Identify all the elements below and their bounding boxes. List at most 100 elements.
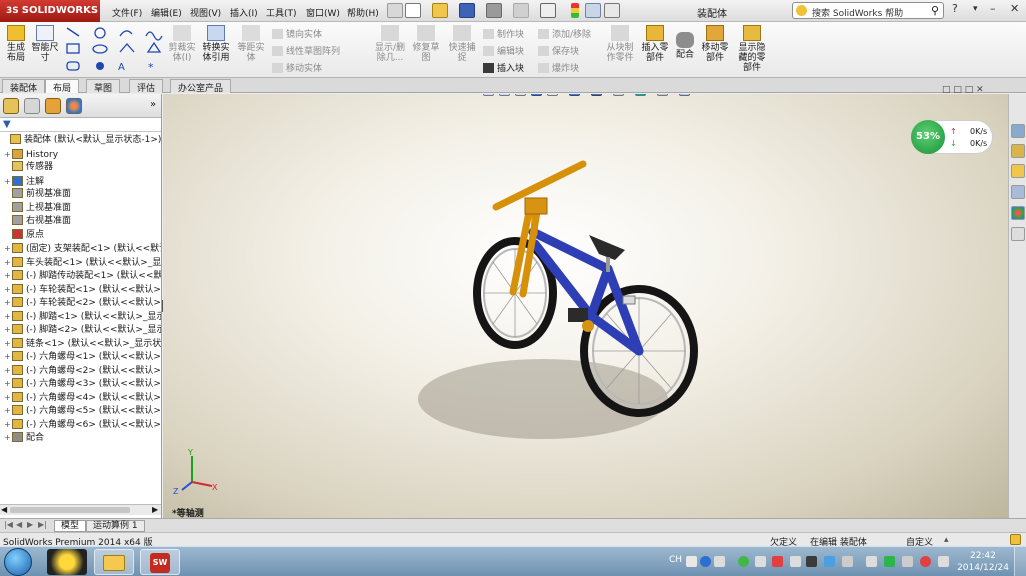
viewport-restore-icon[interactable]: □ □ □ ✕ xyxy=(942,85,984,95)
new-document-icon[interactable] xyxy=(405,3,421,18)
help-tray-icon[interactable] xyxy=(700,556,711,567)
sketch-tools-grid[interactable]: A * xyxy=(64,24,164,74)
tree-expander-icon[interactable]: + xyxy=(4,391,12,404)
menu-edit[interactable]: 编辑(E) xyxy=(151,6,182,19)
undo-icon[interactable] xyxy=(513,3,529,18)
move-component-button[interactable]: 移动零部件 xyxy=(699,25,731,63)
tree-expander-icon[interactable]: + xyxy=(4,296,12,309)
tab-model[interactable]: 模型 xyxy=(54,520,87,532)
action-center-icon[interactable] xyxy=(902,556,913,567)
make-block-button[interactable]: 制作块 xyxy=(483,27,524,40)
tree-item[interactable]: 右视基准面 xyxy=(0,215,71,229)
repair-sketch-button[interactable]: 修复草图 xyxy=(412,25,440,63)
wifi-icon[interactable] xyxy=(738,556,749,567)
network-speed-widget[interactable]: 53% ↑ ↓ 0K/s 0K/s xyxy=(911,120,993,154)
tab-first-arrow-icon[interactable]: |◀ xyxy=(4,520,13,529)
solidworks-logo[interactable]: 3S SOLIDWORKS xyxy=(0,0,100,22)
close-button[interactable]: ✕ xyxy=(1010,2,1019,15)
previous-view-icon[interactable] xyxy=(515,94,526,96)
explorer-taskbar-button[interactable] xyxy=(94,549,134,575)
tree-item[interactable]: 装配体 (默认<默认_显示状态-1>) xyxy=(0,134,161,148)
tree-item[interactable]: + (固定) 支架装配<1> (默认<<默认 xyxy=(0,242,161,256)
tree-expander-icon[interactable]: + xyxy=(4,323,12,336)
tree-expander-icon[interactable]: + xyxy=(4,175,12,188)
scroll-right-arrow-icon[interactable]: ▶ xyxy=(152,505,158,514)
tab-office-products[interactable]: 办公室产品 xyxy=(170,79,232,94)
bicycle-model[interactable] xyxy=(163,94,1008,518)
tree-expander-icon[interactable]: + xyxy=(4,283,12,296)
expand-panel-icon[interactable]: » xyxy=(150,99,156,110)
menu-insert[interactable]: 插入(I) xyxy=(230,6,258,19)
tree-expander-icon[interactable]: + xyxy=(4,350,12,363)
tree-item[interactable]: + (-) 脚踏传动装配<1> (默认<<默 xyxy=(0,269,161,283)
units-dropdown-icon[interactable]: ▴ xyxy=(944,535,949,545)
show-delete-relations-button[interactable]: 显示/删除几... xyxy=(372,25,408,63)
tab-next-arrow-icon[interactable]: ▶ xyxy=(27,520,33,529)
resources-icon[interactable] xyxy=(1011,124,1025,138)
tab-assembly[interactable]: 装配体 xyxy=(2,79,46,94)
menu-window[interactable]: 窗口(W) xyxy=(306,6,340,19)
tree-item[interactable]: 前视基准面 xyxy=(0,188,71,202)
tree-expander-icon[interactable]: + xyxy=(4,377,12,390)
menu-file[interactable]: 文件(F) xyxy=(112,6,142,19)
search-icon[interactable]: ⚲ xyxy=(931,4,939,17)
rebuild-warning-icon[interactable] xyxy=(1010,534,1021,545)
hide-show-items-icon[interactable] xyxy=(613,94,624,96)
tab-prev-arrow-icon[interactable]: ◀ xyxy=(16,520,22,529)
tree-item[interactable]: + (-) 车轮装配<1> (默认<<默认> xyxy=(0,283,161,297)
tree-expander-icon[interactable]: + xyxy=(4,404,12,417)
mate-button[interactable]: 配合 xyxy=(674,32,696,60)
tray-app2-icon[interactable] xyxy=(806,556,817,567)
part-from-block-button[interactable]: 从块制作零件 xyxy=(604,25,636,63)
tree-expander-icon[interactable]: + xyxy=(4,148,12,161)
tab-last-arrow-icon[interactable]: ▶| xyxy=(38,520,47,529)
dynamic-annotation-icon[interactable] xyxy=(547,94,558,96)
section-view-icon[interactable] xyxy=(531,94,542,96)
tree-item[interactable]: + History xyxy=(0,148,58,162)
input-language[interactable]: CH xyxy=(669,555,682,565)
smart-dimension-button[interactable]: 智能尺寸 xyxy=(30,25,60,63)
show-hidden-components-button[interactable]: 显示隐藏的零部件 xyxy=(736,25,768,73)
tree-item[interactable]: + 注解 xyxy=(0,175,44,189)
tree-item[interactable]: + 车头装配<1> (默认<<默认>_显 xyxy=(0,256,161,270)
settings-tray-icon[interactable] xyxy=(714,556,725,567)
tab-layout[interactable]: 布局 xyxy=(45,79,80,94)
tray-app4-icon[interactable] xyxy=(842,556,853,567)
menu-tools[interactable]: 工具(T) xyxy=(266,6,297,19)
insert-component-button[interactable]: 插入零部件 xyxy=(640,25,670,63)
qq-taskbar-icon[interactable] xyxy=(47,549,87,575)
custom-properties-icon[interactable] xyxy=(1011,227,1025,241)
pin-icon[interactable] xyxy=(387,3,403,18)
tree-filter-bar[interactable]: ▼ xyxy=(0,118,161,132)
tree-expander-icon[interactable]: + xyxy=(4,431,12,444)
tab-motion-study-1[interactable]: 运动算例 1 xyxy=(86,520,145,532)
view-orientation-icon[interactable] xyxy=(569,94,580,96)
tray-app3-icon[interactable] xyxy=(824,556,835,567)
tree-item[interactable]: + (-) 车轮装配<2> (默认<<默认> xyxy=(0,296,161,310)
trim-entities-button[interactable]: 剪裁实体(I) xyxy=(168,25,196,63)
open-folder-icon[interactable] xyxy=(432,3,448,18)
tree-expander-icon[interactable]: + xyxy=(4,310,12,323)
feature-manager-tab-icon[interactable] xyxy=(3,98,19,114)
view-settings-icon[interactable] xyxy=(679,94,690,96)
quick-snaps-button[interactable]: 快速捕捉 xyxy=(447,25,477,63)
edit-block-button[interactable]: 编辑块 xyxy=(483,44,524,57)
select-cursor-icon[interactable] xyxy=(540,3,556,18)
tree-expander-icon[interactable]: + xyxy=(4,364,12,377)
minimize-button[interactable]: – xyxy=(990,2,996,15)
linear-pattern-button[interactable]: 线性草图阵列 xyxy=(272,44,340,57)
save-icon[interactable] xyxy=(459,3,475,18)
zoom-to-fit-icon[interactable] xyxy=(483,94,494,96)
tray-app-icon[interactable] xyxy=(755,556,766,567)
tree-item[interactable]: + (-) 六角螺母<3> (默认<<默认> xyxy=(0,377,161,391)
menu-help[interactable]: 帮助(H) xyxy=(347,6,379,19)
convert-entities-button[interactable]: 转换实体引用 xyxy=(200,25,232,63)
flag-tray-icon[interactable] xyxy=(790,556,801,567)
tree-item[interactable]: + (-) 脚踏<2> (默认<<默认>_显示 xyxy=(0,323,161,337)
file-explorer-icon[interactable] xyxy=(1011,164,1025,178)
tree-item[interactable]: + (-) 六角螺母<6> (默认<<默认> xyxy=(0,418,161,432)
property-manager-tab-icon[interactable] xyxy=(24,98,40,114)
apply-scene-icon[interactable] xyxy=(657,94,668,96)
system-clock[interactable]: 22:42 2014/12/24 xyxy=(956,550,1010,574)
configuration-manager-tab-icon[interactable] xyxy=(45,98,61,114)
